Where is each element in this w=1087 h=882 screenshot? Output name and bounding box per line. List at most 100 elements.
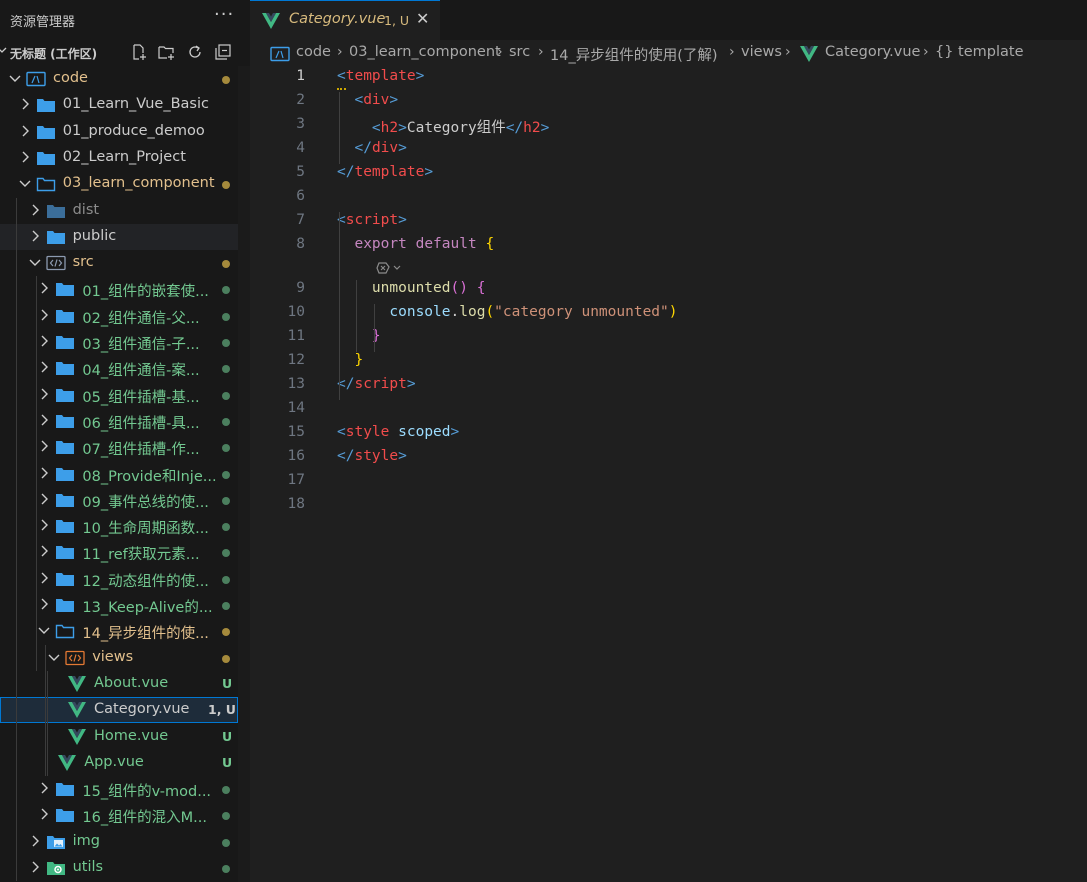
new-folder-icon[interactable]	[157, 43, 177, 63]
chevron-right-icon[interactable]	[37, 307, 51, 321]
folder-icon	[55, 518, 75, 534]
chevron-right-icon[interactable]	[37, 359, 51, 373]
breadcrumb-item[interactable]: {} template	[935, 44, 1024, 60]
code-line[interactable]: </script>	[337, 376, 416, 392]
code-line[interactable]: <h2>Category组件</h2>	[337, 116, 549, 137]
chevron-down-icon[interactable]	[8, 70, 22, 84]
code-token: }	[354, 352, 364, 368]
chevron-right-icon[interactable]	[18, 123, 32, 137]
item-label: Home.vue	[94, 727, 169, 744]
breadcrumb-item[interactable]: 03_learn_component	[349, 44, 501, 60]
file-item[interactable]: About.vue U	[0, 671, 238, 697]
more-actions-icon[interactable]: ···	[214, 4, 234, 25]
code-line[interactable]: export default {	[337, 236, 494, 252]
chevron-right-icon[interactable]	[37, 596, 51, 610]
chevron-right-icon[interactable]	[37, 438, 51, 452]
code-line[interactable]: console.log("category unmounted")	[337, 304, 678, 320]
code-line[interactable]: <style scoped>	[337, 424, 459, 440]
code-line[interactable]: </template>	[337, 164, 433, 180]
item-label: 01_Learn_Vue_Basic	[62, 96, 209, 113]
code-token: <	[337, 68, 346, 84]
chevron-down-icon[interactable]	[47, 649, 61, 663]
chevron-right-icon[interactable]	[28, 202, 42, 216]
git-status-dot	[222, 286, 230, 295]
folder-item[interactable]: 01_produce_demoo	[0, 119, 238, 145]
code-token: scoped	[398, 424, 451, 440]
chevron-down-icon[interactable]	[0, 44, 8, 59]
code-line[interactable]: unmounted() {	[337, 280, 486, 296]
chevron-right-icon[interactable]	[37, 386, 51, 400]
refresh-icon[interactable]	[186, 43, 206, 63]
file-item[interactable]: App.vue U	[0, 750, 238, 776]
code-line[interactable]: <script>	[337, 212, 407, 228]
folder-item[interactable]: utils	[0, 855, 238, 881]
folder-item[interactable]: 01_Learn_Vue_Basic	[0, 92, 238, 118]
code-token: </	[337, 164, 355, 180]
code-token: )	[668, 304, 678, 320]
code-token: template	[345, 68, 416, 84]
chevron-right-icon[interactable]	[37, 570, 51, 584]
folder-item[interactable]: 15_组件的v-mod...	[0, 776, 238, 802]
code-line[interactable]: <template>	[337, 68, 424, 84]
line-number: 11	[287, 328, 305, 344]
folder-item[interactable]: dist	[0, 198, 238, 224]
chevron-right-icon[interactable]	[18, 96, 32, 110]
file-item[interactable]: Category.vue 1, U	[0, 697, 238, 724]
explorer-scrollbar[interactable]	[238, 66, 250, 882]
file-item[interactable]: Home.vue U	[0, 724, 238, 750]
chevron-right-icon[interactable]	[37, 333, 51, 347]
code-token: log	[459, 304, 486, 320]
chevron-right-icon[interactable]	[37, 465, 51, 479]
breadcrumb-item[interactable]: Category.vue	[825, 44, 920, 60]
tab-label: Category.vue	[289, 11, 386, 27]
code-token: </	[337, 448, 355, 464]
item-label: 01_produce_demoo	[62, 122, 205, 139]
folder-item[interactable]: public	[0, 223, 238, 250]
chevron-right-icon[interactable]	[28, 833, 42, 847]
code-line[interactable]: </div>	[337, 140, 406, 156]
chevron-right-icon: ›	[729, 44, 735, 60]
folder-item[interactable]: src	[0, 250, 238, 276]
code-line[interactable]: </style>	[337, 448, 407, 464]
chevron-right-icon[interactable]	[28, 859, 42, 873]
breadcrumb: code › 03_learn_component › src › 14_异步组件的使用(了…	[250, 40, 1087, 66]
folder-item[interactable]: code	[0, 66, 238, 92]
git-status-dot	[222, 549, 230, 558]
chevron-right-icon[interactable]	[18, 149, 32, 163]
collapse-all-icon[interactable]	[214, 43, 234, 63]
breadcrumb-item[interactable]: views	[741, 44, 782, 60]
breadcrumb-item[interactable]: 14_异步组件的使用(了解)	[550, 44, 718, 65]
folder-item[interactable]: 02_Learn_Project	[0, 145, 238, 171]
chevron-down-icon[interactable]	[18, 175, 32, 189]
chevron-down-icon[interactable]	[37, 622, 51, 636]
new-file-icon[interactable]	[130, 43, 150, 63]
code-lens-icon[interactable]	[376, 260, 406, 279]
vue-file-icon	[799, 46, 819, 66]
chevron-right-icon[interactable]	[37, 280, 51, 294]
folder-icon	[36, 97, 56, 113]
folder-item[interactable]: 03_learn_component	[0, 171, 238, 197]
code-line[interactable]: <div>	[337, 92, 398, 108]
chevron-right-icon[interactable]	[37, 491, 51, 505]
tab-category-vue[interactable]: Category.vue 1, U ✕	[250, 0, 440, 40]
breadcrumb-item[interactable]: code	[296, 44, 331, 60]
close-icon[interactable]: ✕	[416, 9, 429, 28]
chevron-right-icon[interactable]	[37, 780, 51, 794]
item-label: 03_组件通信-子...	[82, 337, 200, 353]
code-line[interactable]: }	[337, 352, 363, 368]
chevron-down-icon[interactable]	[28, 254, 42, 268]
chevron-right-icon[interactable]	[37, 543, 51, 557]
folder-item[interactable]: 16_组件的混入M...	[0, 802, 238, 828]
code-token: >	[398, 120, 407, 136]
chevron-right-icon[interactable]	[37, 517, 51, 531]
folder-item[interactable]: img	[0, 829, 238, 855]
chevron-right-icon[interactable]	[28, 228, 42, 242]
workspace-header[interactable]: 无标题 (工作区)	[0, 40, 250, 66]
chevron-right-icon[interactable]	[37, 412, 51, 426]
breadcrumb-item[interactable]: src	[509, 44, 530, 60]
code-token: h2	[523, 120, 541, 136]
chevron-right-icon[interactable]	[37, 806, 51, 820]
code-token: >	[415, 68, 425, 84]
indent-guide	[339, 92, 340, 164]
